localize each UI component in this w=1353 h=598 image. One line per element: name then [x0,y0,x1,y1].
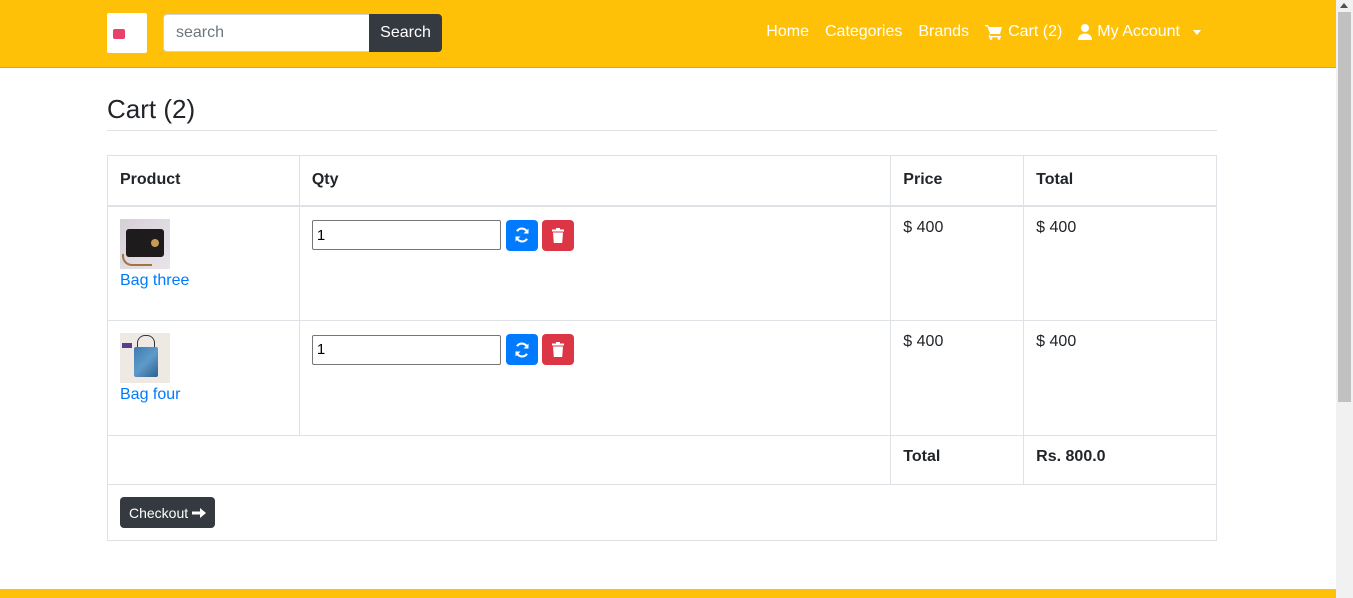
title-divider [107,130,1217,131]
user-icon [1078,24,1093,40]
chevron-down-icon [1193,29,1201,35]
column-header-total: Total [1023,155,1217,207]
column-header-product: Product [107,155,300,207]
page-title: Cart (2) [107,94,196,124]
nav-my-account[interactable]: My Account [1070,23,1209,41]
nav-home[interactable]: Home [758,23,817,41]
update-quantity-button[interactable] [505,334,538,365]
nav-home-label: Home [766,23,809,40]
product-link[interactable]: Bag three [120,272,189,289]
refresh-icon [515,341,529,358]
bag-logo-icon [113,26,141,40]
nav-categories-label: Categories [824,23,903,40]
navbar: Search Home Categories Brands Cart (2) M… [0,0,1336,68]
refresh-icon [515,227,529,243]
remove-item-button[interactable] [541,219,574,251]
cart-icon [985,25,1003,40]
total-label: Total [890,435,1025,485]
trash-icon [551,227,564,243]
empty-cell [106,435,892,485]
search-input[interactable] [163,14,370,52]
product-image[interactable] [120,218,170,269]
line-total-cell: $ 400 [1023,320,1217,436]
nav-my-account-label: My Account [1097,23,1180,40]
brand-logo[interactable] [107,13,147,53]
nav-cart-label: Cart (2) [1008,23,1063,40]
nav-brands[interactable]: Brands [910,23,977,41]
price-cell: $ 400 [890,205,1025,321]
column-header-price: Price [890,155,1025,207]
footer-bar [0,589,1336,598]
vertical-scrollbar[interactable] [1336,0,1353,598]
trash-icon [551,342,564,357]
scrollbar-thumb[interactable] [1338,12,1351,402]
product-cell: Bag four [107,320,300,436]
main-nav: Home Categories Brands Cart (2) My Accou… [758,23,1209,41]
quantity-input[interactable] [311,220,501,250]
checkout-row: Checkout [107,484,1217,541]
table-row: Bag three 1 $ 400 $ 400 [107,205,1217,321]
product-cell: Bag three [107,205,300,321]
product-image[interactable] [120,333,170,383]
remove-item-button[interactable] [541,334,574,365]
cart-total-row: Total Rs. 800.0 [106,435,1217,485]
scroll-up-icon[interactable] [1340,3,1348,8]
table-row: Bag four 1 $ 400 $ 400 [107,320,1217,436]
cart-table: Product Qty Price Total Bag three 1 $ 40… [106,155,1217,541]
table-header-row: Product Qty Price Total [107,155,1217,207]
column-header-qty: Qty [298,155,892,207]
price-cell: $ 400 [890,320,1025,436]
qty-cell [298,205,892,321]
arrow-right-icon [192,507,207,518]
nav-categories[interactable]: Categories [817,23,910,41]
search-button[interactable]: Search [369,14,442,52]
update-quantity-button[interactable] [505,219,538,251]
checkout-button[interactable]: Checkout [120,497,216,528]
grand-total-value: Rs. 800.0 [1023,435,1217,485]
product-link[interactable]: Bag four [120,386,180,403]
nav-brands-label: Brands [918,23,970,40]
checkout-label: Checkout [129,504,189,521]
line-total-cell: $ 400 [1023,205,1217,321]
nav-cart[interactable]: Cart (2) [977,23,1070,41]
quantity-input[interactable] [311,334,501,365]
page: Search Home Categories Brands Cart (2) M… [0,0,1353,598]
qty-cell [298,320,892,436]
checkout-cell: Checkout [107,484,1217,541]
